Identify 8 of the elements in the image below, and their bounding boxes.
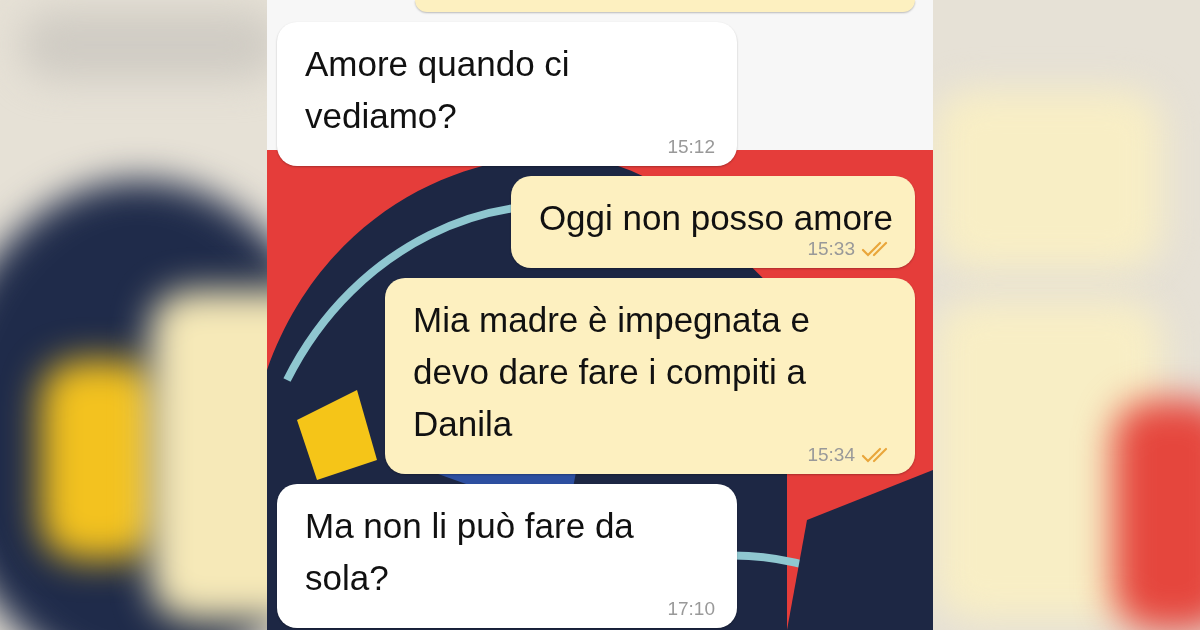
message-time: 15:12 [667, 136, 715, 158]
message-time: 15:34 [807, 444, 855, 466]
message-text: Amore quando ci vediamo? [305, 43, 571, 137]
message-text: Mia madre è impegnata e devo dare fare i compiti a Danila [413, 299, 811, 445]
message-text: Oggi non posso amore [538, 197, 893, 239]
message-time: 17:10 [667, 598, 715, 620]
message-time: 15:33 [807, 238, 855, 260]
message-text: Ma non li può fare da sola? [305, 505, 635, 599]
